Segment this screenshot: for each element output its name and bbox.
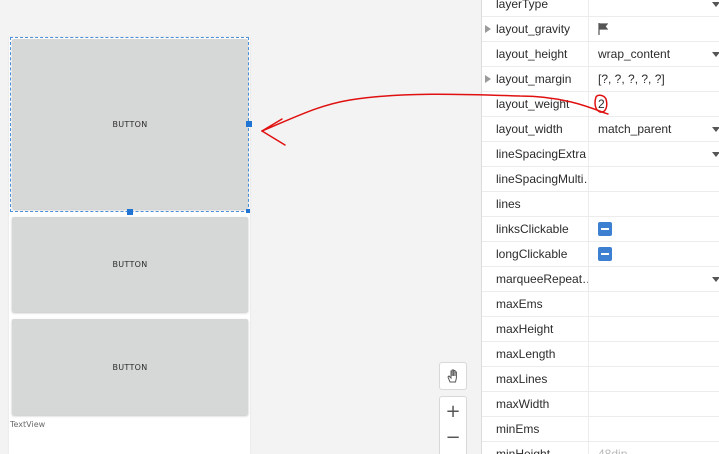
column-divider <box>588 217 589 241</box>
attribute-row[interactable]: maxHeight <box>482 317 719 342</box>
attribute-name: lineSpacingExtra <box>496 147 587 161</box>
attribute-name: linksClickable <box>496 222 569 236</box>
attribute-row[interactable]: layout_margin [?, ?, ?, ?, ?] <box>482 67 719 92</box>
attribute-name: marqueeRepeat… <box>496 272 588 286</box>
attribute-row[interactable]: longClickable <box>482 242 719 267</box>
column-divider <box>588 267 589 291</box>
attribute-name: maxLength <box>496 347 556 361</box>
column-divider <box>588 392 589 416</box>
column-divider <box>588 242 589 266</box>
attribute-row[interactable]: maxEms <box>482 292 719 317</box>
attribute-row[interactable]: layout_weight 2 <box>482 92 719 117</box>
resize-handle-bottom[interactable] <box>127 209 133 215</box>
flag-icon[interactable] <box>598 23 608 35</box>
hand-icon <box>447 369 457 383</box>
column-divider <box>588 92 589 116</box>
attribute-row[interactable]: minEms <box>482 417 719 442</box>
attribute-row[interactable]: lineSpacingMulti… <box>482 167 719 192</box>
zoom-in-button[interactable]: + <box>440 397 466 425</box>
attribute-row[interactable]: marqueeRepeat… <box>482 267 719 292</box>
expand-arrow-icon[interactable] <box>485 25 491 33</box>
dropdown-arrow-icon[interactable] <box>712 277 719 282</box>
attribute-name: layout_margin <box>496 72 572 86</box>
attribute-row[interactable]: maxWidth <box>482 392 719 417</box>
column-divider <box>588 442 589 454</box>
attribute-name: longClickable <box>496 247 568 261</box>
column-divider <box>588 117 589 141</box>
attribute-row[interactable]: lineSpacingExtra <box>482 142 719 167</box>
dropdown-arrow-icon[interactable] <box>712 2 719 7</box>
resize-handle-corner[interactable] <box>246 209 250 213</box>
dropdown-arrow-icon[interactable] <box>712 152 719 157</box>
textview-label: TextView <box>10 420 46 429</box>
button-preview-3[interactable]: BUTTON <box>12 319 248 415</box>
column-divider <box>588 317 589 341</box>
attribute-name: layout_weight <box>496 97 570 111</box>
attribute-name: minHeight <box>496 447 551 454</box>
button-preview-2[interactable]: BUTTON <box>12 217 248 312</box>
zoom-controls: + − <box>439 396 467 454</box>
tristate-toggle[interactable] <box>598 222 612 236</box>
attribute-row[interactable]: layout_width match_parent <box>482 117 719 142</box>
attribute-row[interactable]: minHeight 48dip <box>482 442 719 454</box>
column-divider <box>588 142 589 166</box>
attribute-name: maxHeight <box>496 322 554 336</box>
column-divider <box>588 167 589 191</box>
resize-handle-right[interactable] <box>246 121 252 127</box>
attribute-name: layerType <box>496 0 549 11</box>
dropdown-arrow-icon[interactable] <box>712 52 719 57</box>
column-divider <box>588 42 589 66</box>
column-divider <box>588 67 589 91</box>
layout-editor: BUTTON BUTTON BUTTON TextView + − layerT… <box>0 0 719 454</box>
attribute-name: lineSpacingMulti… <box>496 172 588 186</box>
column-divider <box>588 342 589 366</box>
column-divider <box>588 417 589 441</box>
attribute-value-field[interactable]: 48dip <box>598 442 627 454</box>
attribute-value-field[interactable]: match_parent <box>598 117 671 141</box>
attributes-panel: layerType layout_gravity layout_height wrap… <box>481 0 719 454</box>
column-divider <box>588 17 589 41</box>
column-divider <box>588 0 589 16</box>
attribute-row[interactable]: layout_height wrap_content <box>482 42 719 67</box>
attribute-row[interactable]: maxLines <box>482 367 719 392</box>
attribute-name: maxEms <box>496 297 543 311</box>
attribute-row[interactable]: layerType <box>482 0 719 17</box>
attribute-name: maxWidth <box>496 397 550 411</box>
attribute-row[interactable]: linksClickable <box>482 217 719 242</box>
design-canvas[interactable]: BUTTON BUTTON BUTTON TextView + − <box>0 0 481 454</box>
pan-tool-button[interactable] <box>439 362 467 390</box>
tristate-toggle[interactable] <box>598 247 612 261</box>
attribute-name: maxLines <box>496 372 548 386</box>
selection-outline <box>10 37 249 212</box>
attribute-value-field[interactable]: [?, ?, ?, ?, ?] <box>598 67 665 91</box>
attribute-row[interactable]: layout_gravity <box>482 17 719 42</box>
attribute-name: layout_width <box>496 122 563 136</box>
attribute-name: layout_height <box>496 47 568 61</box>
attribute-name: lines <box>496 197 521 211</box>
attribute-name: layout_gravity <box>496 22 571 36</box>
column-divider <box>588 192 589 216</box>
dropdown-arrow-icon[interactable] <box>712 127 719 132</box>
attribute-value-field[interactable]: wrap_content <box>598 42 670 66</box>
attributes-table: layerType layout_gravity layout_height wrap… <box>482 0 719 454</box>
zoom-out-button[interactable]: − <box>440 423 466 451</box>
attribute-row[interactable]: maxLength <box>482 342 719 367</box>
attribute-name: minEms <box>496 422 540 436</box>
attribute-row[interactable]: lines <box>482 192 719 217</box>
column-divider <box>588 292 589 316</box>
expand-arrow-icon[interactable] <box>485 75 491 83</box>
attribute-value-field[interactable]: 2 <box>598 92 605 116</box>
column-divider <box>588 367 589 391</box>
